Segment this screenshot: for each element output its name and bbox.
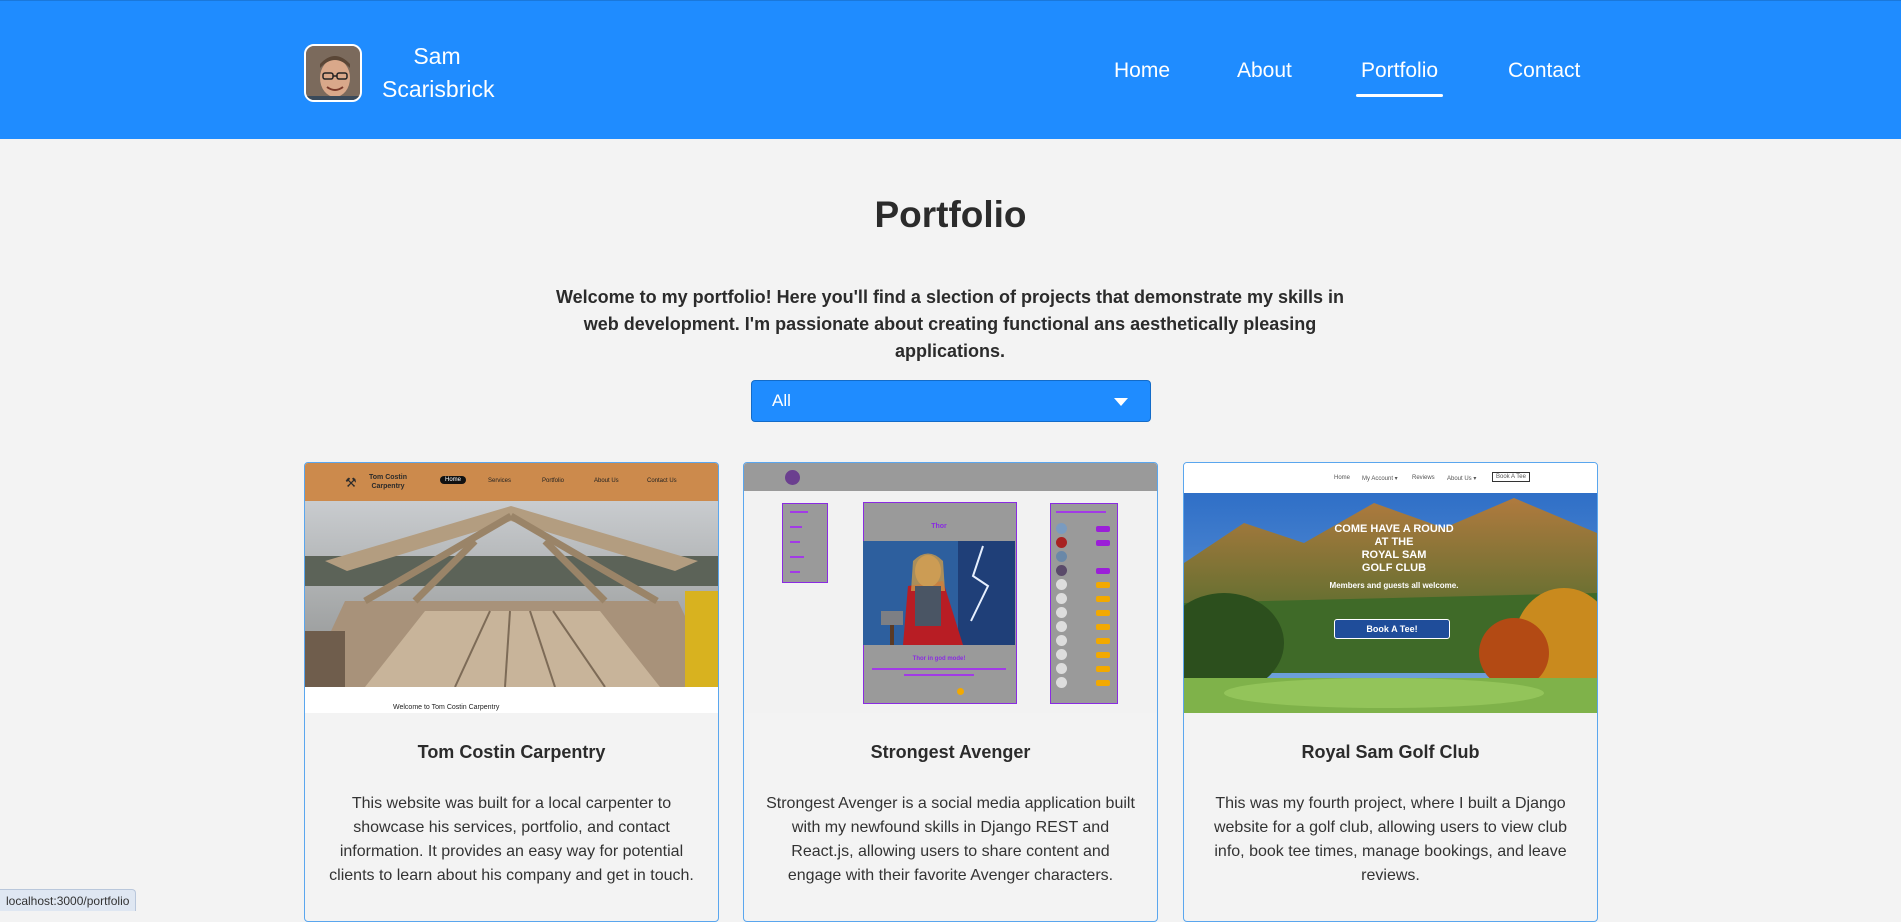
thumb-profile-avatar	[1056, 621, 1067, 632]
project-thumbnail: ⚒ Tom Costin Carpentry Home Services Por…	[305, 463, 718, 713]
thumb-nav-home: Home	[1334, 475, 1351, 481]
thumb-profile-badge	[1096, 680, 1110, 686]
thumb-sidebar-line	[790, 541, 800, 543]
project-card-royal-sam-golf[interactable]: Home My Account ▾ Reviews About Us ▾ Boo…	[1183, 462, 1598, 922]
project-filter-select[interactable]: All	[751, 380, 1151, 422]
nav-home[interactable]: Home	[1109, 56, 1175, 86]
thumb-post-caption: Thor in god mode!	[912, 656, 966, 662]
thumb-nav-contact: Contact Us	[647, 478, 677, 484]
thumb-profile-avatar	[1056, 635, 1067, 646]
nav-about[interactable]: About	[1232, 56, 1297, 86]
project-description: This website was built for a local carpe…	[329, 795, 694, 884]
thumb-profile-badge	[1096, 568, 1110, 574]
thumb-profile-badge	[1096, 652, 1110, 658]
project-title: Tom Costin Carpentry	[417, 742, 606, 762]
thumb-footer	[305, 687, 718, 713]
thumb-nav-about: About Us ▾	[1447, 476, 1477, 482]
thumb-hero-title: COME HAVE A ROUND AT THE ROYAL SAM GOLF …	[1294, 523, 1494, 575]
thor-image	[863, 541, 1015, 645]
thumb-profile-badge	[1096, 610, 1110, 616]
thumb-nav-book: Book A Tee	[1492, 472, 1530, 482]
hammer-icon: ⚒	[345, 475, 357, 490]
thumb-hero-line3: ROYAL SAM	[1361, 549, 1427, 561]
thumb-nav-reviews: Reviews	[1412, 475, 1435, 481]
thumb-nav-services: Services	[488, 478, 512, 484]
filter-selected-value: All	[772, 391, 791, 410]
thumb-navbar	[744, 463, 1157, 491]
navbar: Sam Scarisbrick Home About Portfolio Con…	[0, 0, 1901, 139]
thumb-profile-avatar	[1056, 593, 1067, 604]
thumb-profile-avatar	[1056, 551, 1067, 562]
project-title: Strongest Avenger	[870, 742, 1031, 762]
thumb-hero-line4: GOLF CLUB	[1361, 562, 1427, 574]
thumb-profile-badge	[1096, 540, 1110, 546]
project-title: Royal Sam Golf Club	[1301, 742, 1480, 762]
thumb-profile-avatar	[1056, 677, 1067, 688]
thumb-sidebar-line	[790, 526, 802, 528]
thumb-nav-account: My Account ▾	[1362, 476, 1398, 482]
project-description: This was my fourth project, where I buil…	[1213, 795, 1568, 884]
thumb-brand: Tom Costin Carpentry	[363, 473, 413, 491]
thumb-profile-avatar	[1056, 663, 1067, 674]
thumb-nav-about: About Us	[594, 478, 619, 484]
thumb-profile-avatar	[1056, 649, 1067, 660]
thumb-profile-badge	[1096, 596, 1110, 602]
thumb-like-icon	[957, 688, 964, 695]
thumb-sidebar-line	[790, 556, 804, 558]
project-card-strongest-avenger[interactable]: Thor Thor in god mode! Strongest Avenger…	[743, 462, 1158, 922]
page-title: Portfolio	[874, 194, 1027, 235]
nav-portfolio[interactable]: Portfolio	[1356, 56, 1444, 97]
thumb-sidebar-left	[782, 503, 828, 583]
thumb-post-text	[904, 674, 974, 676]
thumb-profile-avatar	[1056, 523, 1067, 534]
thumb-nav-home: Home	[440, 476, 467, 484]
thumb-sidebar-heading	[1056, 511, 1106, 513]
thumb-profile-badge	[1096, 638, 1110, 644]
thumb-sidebar-line	[790, 571, 800, 573]
thumb-profile-avatar	[1056, 579, 1067, 590]
thumb-brand-line2: Carpentry	[371, 483, 405, 490]
thumb-post-text	[872, 668, 1006, 670]
thumb-hero-subtitle: Members and guests all welcome.	[1329, 581, 1459, 590]
thumb-cta-button: Book A Tee!	[1334, 619, 1450, 639]
intro-text: Welcome to my portfolio! Here you'll fin…	[555, 287, 1345, 361]
thumb-profile-avatar	[1056, 537, 1067, 548]
thumb-profile-avatar	[1056, 565, 1067, 576]
thumb-welcome-text: Welcome to Tom Costin Carpentry	[393, 704, 500, 711]
thumb-nav-portfolio: Portfolio	[542, 478, 565, 484]
thumb-hero-line1: COME HAVE A ROUND	[1334, 523, 1454, 535]
chevron-down-icon	[1114, 398, 1128, 406]
nav-contact[interactable]: Contact	[1503, 56, 1585, 86]
project-card-tom-costin[interactable]: ⚒ Tom Costin Carpentry Home Services Por…	[304, 462, 719, 922]
roof-timber-photo	[305, 501, 718, 687]
nav-links: Home About Portfolio Contact	[0, 56, 1901, 97]
thumb-brand-line1: Tom Costin	[369, 474, 407, 481]
thumb-logo-icon	[785, 470, 800, 485]
thumb-sidebar-line	[790, 511, 808, 513]
thumb-profile-avatar	[1056, 607, 1067, 618]
project-thumbnail: Home My Account ▾ Reviews About Us ▾ Boo…	[1184, 463, 1597, 713]
project-description: Strongest Avenger is a social media appl…	[766, 795, 1135, 884]
thumb-profile-badge	[1096, 666, 1110, 672]
thumb-profile-badge	[1096, 582, 1110, 588]
thumb-post-title: Thor	[931, 523, 947, 530]
thumb-hero-line2: AT THE	[1374, 536, 1414, 548]
status-bar-url: localhost:3000/portfolio	[0, 889, 137, 911]
project-thumbnail: Thor Thor in god mode!	[744, 463, 1157, 713]
thumb-profile-badge	[1096, 624, 1110, 630]
thumb-profile-badge	[1096, 526, 1110, 532]
